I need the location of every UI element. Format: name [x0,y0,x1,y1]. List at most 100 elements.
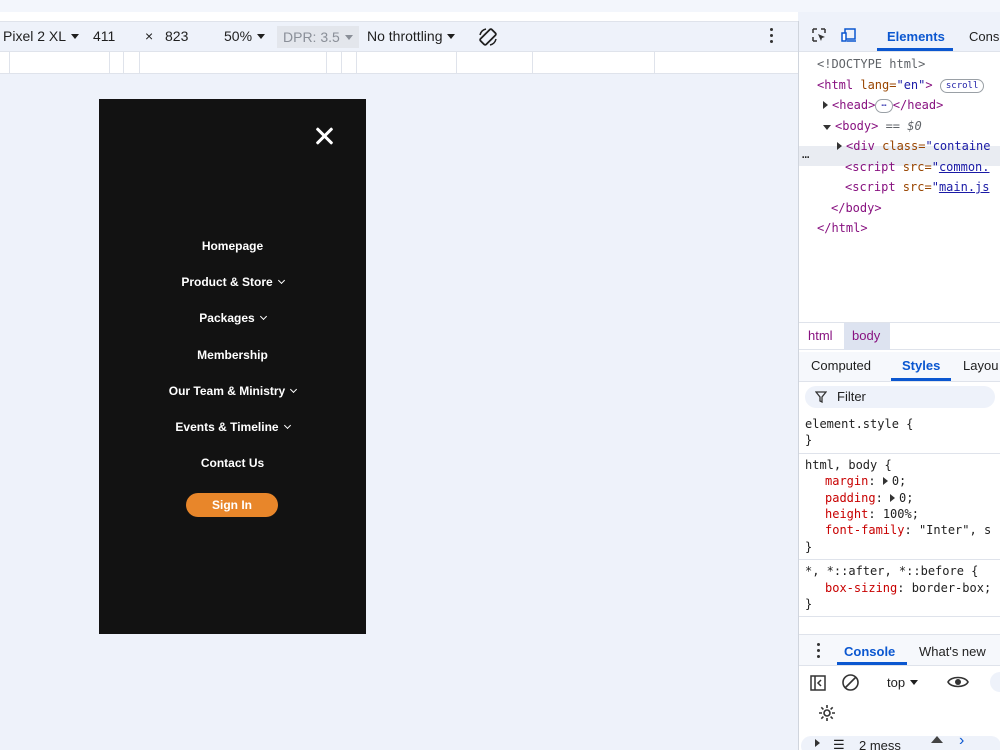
rule-selector: *, *::after, *::before { [805,564,979,579]
more-options-icon[interactable] [770,28,774,46]
close-icon[interactable] [312,124,336,148]
drawer-tab-console[interactable]: Console [844,644,895,659]
chevron-down-icon [259,313,267,321]
dom-body-node[interactable]: <body> == $0 [823,116,922,136]
css-prop-value: border-box; [911,580,992,595]
dom-html-node[interactable]: <html lang="en"> scroll [817,75,985,95]
context-select[interactable]: top [887,675,919,690]
script-tag: <script [845,180,896,194]
dom-html-close[interactable]: </html> [817,218,868,238]
chevron-right-icon[interactable]: › [959,732,964,750]
expand-shorthand-icon[interactable] [882,477,888,486]
nav-item-contact-us[interactable]: Contact Us [99,453,366,489]
dpr-value: DPR: 3.5 [283,29,340,45]
css-declaration[interactable]: padding: 0; [805,490,1000,506]
dom-script-common[interactable]: <script src="common. [845,157,990,177]
messages-row[interactable]: ☰ 2 mess [801,736,1000,750]
chevron-down-icon [283,421,291,429]
tab-elements[interactable]: Elements [887,29,945,44]
device-toggle-icon[interactable] [841,27,857,43]
nav-item-homepage[interactable]: Homepage [99,236,366,272]
tab-layout[interactable]: Layou [963,358,998,373]
dom-body-close[interactable]: </body> [831,198,882,218]
rule-selector: element.style { [805,417,914,431]
clear-console-icon[interactable] [841,673,860,692]
console-filter-field[interactable] [990,672,1000,692]
head-open-tag: <head> [832,98,876,112]
browser-top-strip [0,0,1000,12]
expand-shorthand-icon[interactable] [890,493,896,502]
console-toolbar: top ☰ 2 mess › [799,668,1000,750]
breadcrumb-html[interactable]: html [808,328,833,343]
html-lang-value: "en" [896,78,926,92]
styles-filter-input[interactable]: Filter [805,386,995,408]
doctype-text: <!DOCTYPE html> [817,57,926,71]
breadcrumb: html body [799,322,1000,350]
nav-item-product-store[interactable]: Product & Store [99,272,366,308]
zoom-select[interactable]: 50% [224,28,266,44]
expand-icon [815,739,820,747]
drawer-active-indicator [837,662,907,665]
rule-element-style[interactable]: element.style { } [799,413,1000,454]
context-caret-icon [910,680,919,685]
css-declaration[interactable]: margin: 0; [805,473,1000,489]
scroll-up-icon[interactable] [931,736,943,743]
nav-item-label: Events & Timeline [175,419,279,434]
eye-icon[interactable] [947,674,969,690]
media-query-ruler[interactable] [0,52,798,74]
tab-console[interactable]: Cons [969,29,999,44]
script-src-link[interactable]: common. [939,160,990,174]
html-tag-end: > [925,78,933,92]
script-tag: <script [845,160,896,174]
dpr-select[interactable]: DPR: 3.5 [277,26,359,48]
scroll-badge[interactable]: scroll [939,79,985,93]
css-prop-name: height [825,507,869,522]
device-select[interactable]: Pixel 2 XL [3,28,80,44]
expand-icon[interactable] [823,101,828,109]
dpr-caret-icon [344,35,353,40]
width-input[interactable]: 411 [93,28,115,44]
breadcrumb-body[interactable]: body [852,328,880,343]
nav-item-packages[interactable]: Packages [99,308,366,344]
dom-script-main[interactable]: <script src="main.js [845,177,990,197]
css-declaration[interactable]: box-sizing: border-box; [805,580,1000,596]
height-input[interactable]: 823 [165,28,188,44]
div-class-value: "containe [925,139,991,153]
html-lang-attr: lang= [853,78,897,92]
rule-close: } [805,597,813,612]
styles-subtabs: Computed Styles Layou [799,352,1000,382]
css-declaration[interactable]: height: 100%; [805,506,1000,522]
inspect-element-icon[interactable] [811,27,827,43]
throttling-select[interactable]: No throttling [367,28,456,44]
rotate-icon[interactable] [477,26,499,48]
collapsed-ellipsis[interactable]: ⋯ [875,99,893,113]
drawer-tab-whats-new[interactable]: What's new [919,644,986,659]
collapse-icon[interactable] [823,125,831,130]
script-src-link[interactable]: main.js [939,180,990,194]
dom-row-options-icon[interactable]: ⋯ [802,147,809,167]
script-src-quote: " [931,180,939,194]
drawer-menu-icon[interactable] [817,643,820,658]
expand-icon[interactable] [837,142,842,150]
dom-doctype[interactable]: <!DOCTYPE html> [817,54,925,74]
zoom-value: 50% [224,28,253,44]
nav-item-membership[interactable]: Membership [99,345,366,381]
devtools-tabbar: Elements Cons [799,21,1000,52]
device-caret-icon [71,34,80,39]
rule-html-body[interactable]: html, body { margin: 0; padding: 0; heig… [799,454,1000,561]
css-declaration[interactable]: font-family: "Inter", s [805,522,1000,538]
device-name: Pixel 2 XL [3,28,67,44]
rule-universal[interactable]: *, *::after, *::before { box-sizing: bor… [799,560,1000,618]
nav-item-our-team-ministry[interactable]: Our Team & Ministry [99,381,366,417]
chevron-down-icon [290,385,298,393]
sidebar-toggle-icon[interactable] [809,674,827,692]
nav-item-events-timeline[interactable]: Events & Timeline [99,417,366,453]
nav-item-label: Membership [197,347,268,362]
dom-div-node[interactable]: <div class="containe [837,136,991,156]
dom-head-node[interactable]: <head> ⋯ </head> [823,95,943,115]
sign-in-button[interactable]: Sign In [186,493,278,517]
tab-computed[interactable]: Computed [811,358,871,373]
filter-icon [815,391,827,403]
tab-styles[interactable]: Styles [902,358,940,373]
gear-icon[interactable] [818,704,836,722]
